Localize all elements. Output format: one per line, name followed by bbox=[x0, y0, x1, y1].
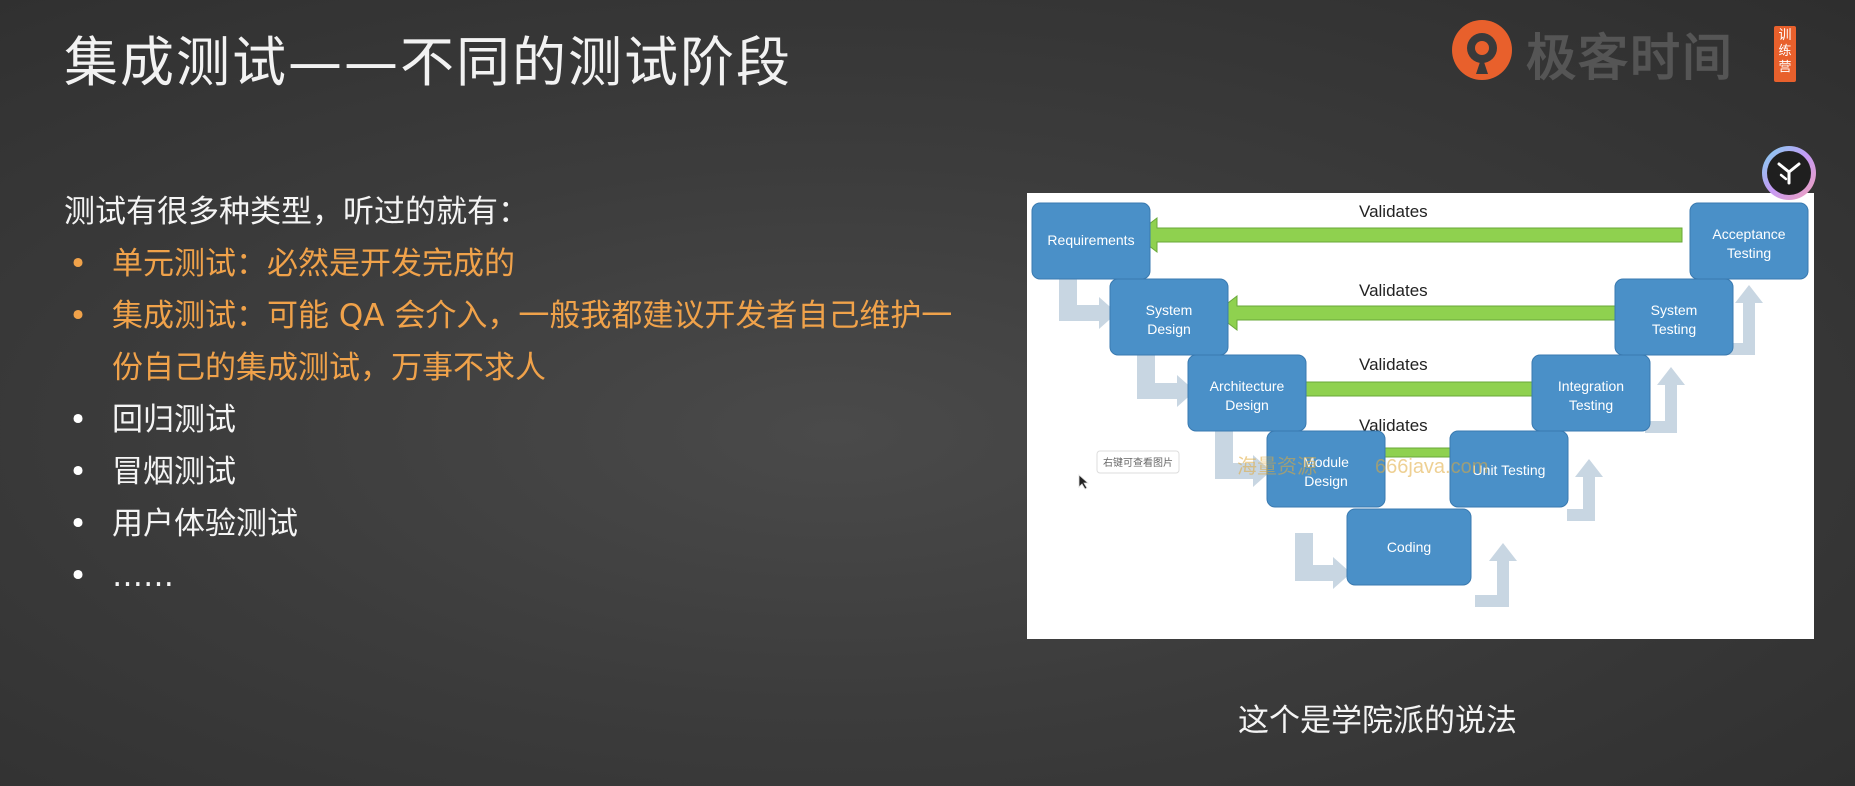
label-architecture-design-2: Design bbox=[1225, 397, 1269, 413]
bullet-dot: • bbox=[68, 558, 88, 594]
bullet-dot: • bbox=[68, 246, 88, 282]
logo-tag: 训练营 bbox=[1774, 26, 1796, 82]
label-coding: Coding bbox=[1387, 539, 1431, 555]
bullet-dot: • bbox=[68, 298, 88, 334]
watermark-right: 666java.com bbox=[1375, 456, 1488, 478]
bullet-text: 单元测试：必然是开发完成的 bbox=[112, 246, 515, 282]
label-system-testing-1: System bbox=[1651, 302, 1698, 318]
slide-title: 集成测试——不同的测试阶段 bbox=[64, 31, 792, 94]
validates-label: Validates bbox=[1359, 202, 1428, 221]
bullet-item: • …… bbox=[64, 550, 984, 602]
label-integration-testing-2: Testing bbox=[1569, 397, 1613, 413]
label-requirements: Requirements bbox=[1047, 232, 1134, 248]
v-logo-icon bbox=[1777, 162, 1801, 185]
v-logo-badge[interactable] bbox=[1762, 146, 1816, 200]
bullet-text: 集成测试：可能 QA 会介入，一般我都建议开发者自己维护一份自己的集成测试，万事… bbox=[112, 298, 953, 386]
validates-label: Validates bbox=[1359, 355, 1428, 374]
bullet-dot: • bbox=[68, 402, 88, 438]
label-integration-testing-1: Integration bbox=[1558, 378, 1624, 394]
v-model-svg: Validates Validates Validates Validates … bbox=[1031, 202, 1809, 607]
intro-text: 测试有很多种类型，听过的就有： bbox=[64, 194, 529, 230]
bullet-item: • 用户体验测试 bbox=[64, 498, 984, 550]
label-system-testing-2: Testing bbox=[1652, 321, 1696, 337]
bullet-item: • 集成测试：可能 QA 会介入，一般我都建议开发者自己维护一份自己的集成测试，… bbox=[64, 290, 972, 394]
bullet-item: • 单元测试：必然是开发完成的 bbox=[64, 238, 984, 290]
watermark-left: 海量资源 bbox=[1237, 455, 1317, 478]
label-architecture-design-1: Architecture bbox=[1210, 378, 1285, 394]
v-model-diagram: Validates Validates Validates Validates … bbox=[1027, 193, 1814, 639]
diagram-caption: 这个是学院派的说法 bbox=[1238, 703, 1517, 739]
validates-label: Validates bbox=[1359, 281, 1428, 300]
geektime-logo-icon bbox=[1452, 20, 1512, 80]
label-acceptance-testing-1: Acceptance bbox=[1712, 226, 1785, 242]
logo-brand-text: 极客时间 bbox=[1526, 29, 1734, 87]
label-acceptance-testing-2: Testing bbox=[1727, 245, 1771, 261]
mouse-cursor-icon bbox=[1078, 474, 1090, 490]
tooltip-chip: 右键可查看图片 bbox=[1096, 450, 1180, 474]
bullet-dot: • bbox=[68, 506, 88, 542]
bullet-text: 回归测试 bbox=[112, 402, 236, 438]
slide-content: 测试有很多种类型，听过的就有： • 单元测试：必然是开发完成的 • 集成测试：可… bbox=[64, 186, 984, 602]
label-system-design-1: System bbox=[1146, 302, 1193, 318]
logo-tag-text: 训练营 bbox=[1778, 28, 1792, 75]
bullet-dot: • bbox=[68, 454, 88, 490]
bullet-text: 用户体验测试 bbox=[112, 506, 298, 542]
bullet-item: • 回归测试 bbox=[64, 394, 984, 446]
bullet-text: 冒烟测试 bbox=[112, 454, 236, 490]
bullet-item: • 冒烟测试 bbox=[64, 446, 984, 498]
tooltip-text: 右键可查看图片 bbox=[1103, 456, 1173, 469]
bullet-list: • 单元测试：必然是开发完成的 • 集成测试：可能 QA 会介入，一般我都建议开… bbox=[64, 238, 984, 602]
bullet-text: …… bbox=[112, 558, 174, 594]
geektime-logo: 极客时间 训练营 bbox=[1448, 14, 1798, 87]
label-system-design-2: Design bbox=[1147, 321, 1191, 337]
